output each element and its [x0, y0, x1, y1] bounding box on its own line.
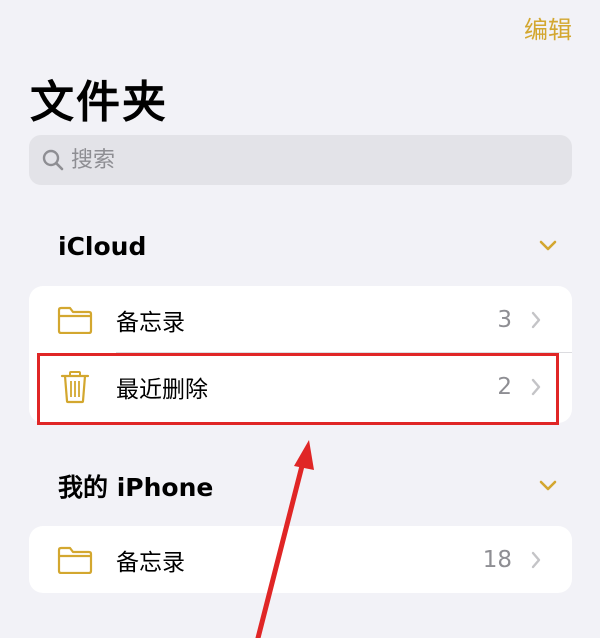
folder-label: 备忘录 [116, 309, 185, 336]
chevron-right-icon [531, 551, 541, 569]
folder-count: 3 [497, 306, 512, 333]
chevron-right-icon [531, 378, 541, 396]
folder-row-notes[interactable]: 备忘录 18 [29, 526, 572, 593]
folder-group-icloud: 备忘录 3 最近删除 2 [29, 286, 572, 423]
section-header-icloud[interactable]: iCloud [58, 226, 558, 266]
folder-count: 18 [482, 546, 512, 573]
search-bar[interactable] [29, 135, 572, 185]
section-header-my-iphone[interactable]: 我的 iPhone [58, 466, 558, 506]
folder-count: 2 [497, 373, 512, 400]
page-title: 文件夹 [30, 77, 168, 128]
edit-button[interactable]: 编辑 [524, 10, 572, 45]
folder-icon [57, 542, 93, 578]
section-title: 我的 iPhone [58, 473, 214, 502]
folder-row-notes[interactable]: 备忘录 3 [29, 286, 572, 353]
search-icon [42, 149, 64, 171]
trash-icon [57, 369, 93, 405]
folder-label: 最近删除 [116, 376, 208, 403]
chevron-down-icon[interactable] [538, 479, 558, 493]
folder-group-my-iphone: 备忘录 18 [29, 526, 572, 593]
folder-row-recently-deleted[interactable]: 最近删除 2 [29, 353, 572, 420]
section-title: iCloud [58, 231, 147, 261]
chevron-right-icon [531, 311, 541, 329]
search-input[interactable] [71, 147, 551, 173]
chevron-down-icon[interactable] [538, 239, 558, 253]
folder-label: 备忘录 [116, 549, 185, 576]
folder-icon [57, 302, 93, 338]
